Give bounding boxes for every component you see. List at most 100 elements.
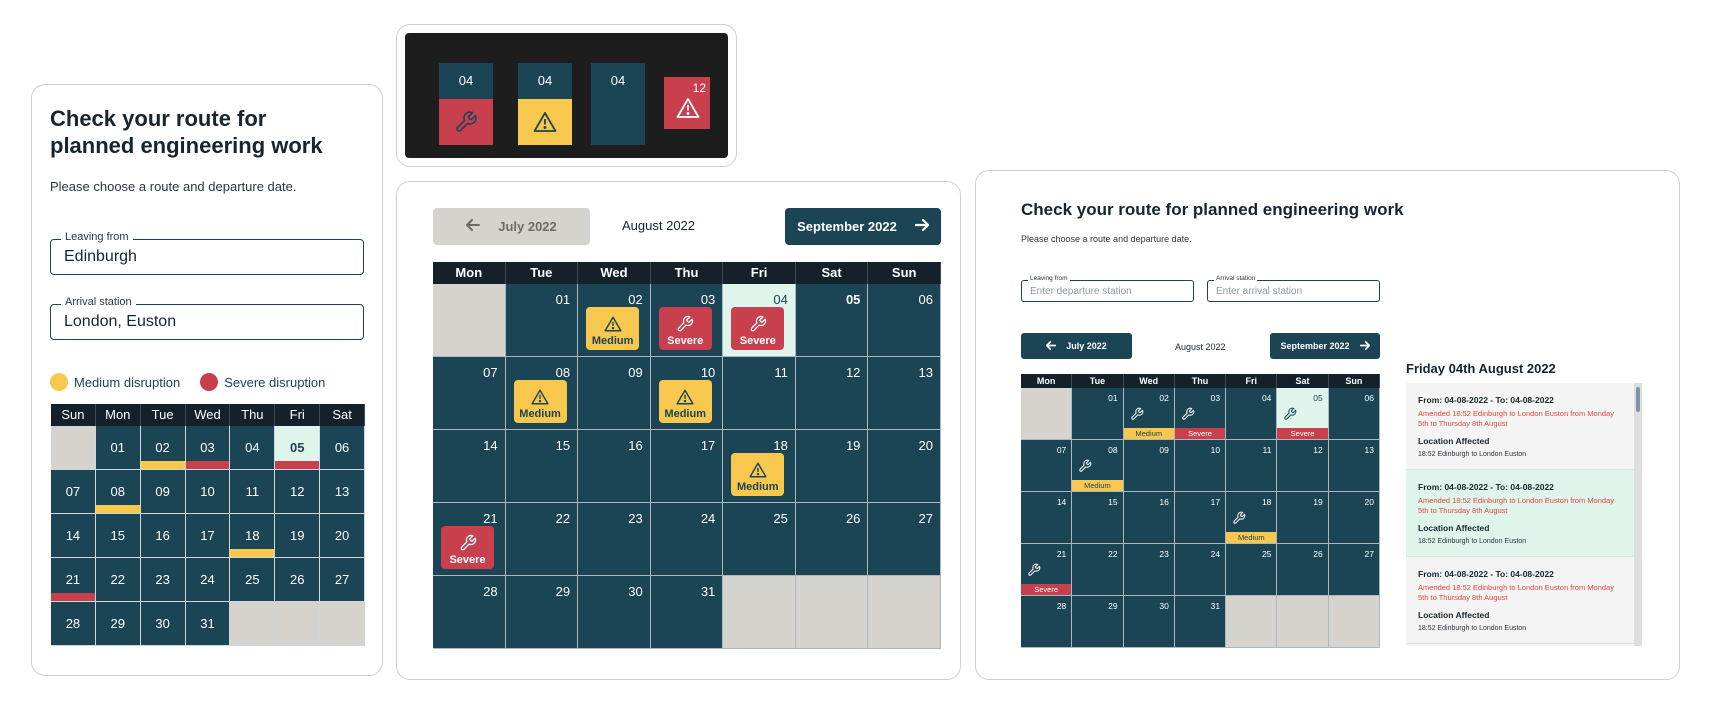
calendar-day[interactable]: 30	[578, 576, 651, 649]
calendar-day[interactable]: 07	[51, 470, 96, 514]
calendar-day[interactable]: 16	[578, 430, 651, 503]
calendar-day[interactable]: 31	[1174, 596, 1227, 648]
calendar-day[interactable]: 20	[320, 514, 365, 558]
calendar-day[interactable]: 02	[140, 426, 186, 470]
calendar-day[interactable]: 13	[868, 357, 941, 430]
calendar-day[interactable]: 17	[1174, 492, 1227, 544]
leaving-from-value[interactable]: Edinburgh	[64, 248, 137, 266]
calendar-day[interactable]: 05	[275, 426, 321, 470]
calendar-day[interactable]: 17	[185, 514, 231, 558]
calendar-day[interactable]: 19	[795, 430, 869, 503]
arrival-station-placeholder[interactable]: Enter arrival station	[1216, 286, 1302, 297]
calendar-day[interactable]: 20	[868, 430, 941, 503]
disruption-entry[interactable]: From: 04-08-2022 - To: 04-08-2022 Amended…	[1406, 557, 1634, 644]
calendar-day[interactable]: 25	[1226, 544, 1278, 596]
medium-disruption-tag[interactable]: Medium	[513, 380, 567, 423]
calendar-day[interactable]: 24	[1174, 544, 1227, 596]
list-scrollbar[interactable]	[1634, 383, 1642, 646]
calendar-day[interactable]: 13	[1328, 440, 1380, 492]
calendar-day[interactable]: 03	[185, 426, 231, 470]
calendar-day[interactable]: 23	[1123, 544, 1175, 596]
calendar-day[interactable]: 11	[230, 470, 276, 514]
calendar-day[interactable]: 08 Medium	[1072, 440, 1124, 492]
disruption-entry[interactable]: From: 04-08-2022 - To: 04-08-2022 Amended…	[1406, 383, 1634, 470]
calendar-day[interactable]: 22	[95, 558, 141, 602]
medium-disruption-tag[interactable]: Medium	[586, 307, 640, 350]
calendar-day[interactable]: 23	[578, 503, 651, 576]
calendar-day[interactable]: 14	[1021, 492, 1073, 544]
leaving-from-field[interactable]: Leaving from Edinburgh	[50, 231, 364, 275]
calendar-day[interactable]: 31	[650, 576, 724, 649]
calendar-day[interactable]: 03 Severe	[650, 284, 724, 357]
calendar-day[interactable]: 28	[433, 576, 506, 649]
calendar-day[interactable]: 14	[51, 514, 96, 558]
calendar-day[interactable]: 15	[505, 430, 579, 503]
calendar-day[interactable]: 04	[1226, 388, 1278, 440]
calendar-day[interactable]: 29	[1072, 596, 1124, 648]
previous-month-button[interactable]: July 2022	[433, 208, 590, 245]
calendar-day[interactable]: 25	[723, 503, 796, 576]
next-month-button[interactable]: September 2022	[1270, 333, 1380, 359]
calendar-day[interactable]: 01	[1072, 388, 1124, 440]
calendar-day[interactable]: 06	[320, 426, 365, 470]
calendar-day[interactable]: 27	[320, 558, 365, 602]
severe-disruption-tag[interactable]: Severe	[441, 526, 494, 569]
calendar-day[interactable]: 08	[95, 470, 141, 514]
disruption-entry[interactable]: From: 04-08-2022 - To: 04-08-2022 Amended…	[1406, 470, 1634, 557]
calendar-day[interactable]: 06	[1328, 388, 1380, 440]
calendar-day[interactable]: 16	[1123, 492, 1175, 544]
calendar-day[interactable]: 26	[1277, 544, 1329, 596]
calendar-day[interactable]: 10	[185, 470, 231, 514]
arrival-station-value[interactable]: London, Euston	[64, 313, 176, 331]
calendar-day[interactable]: 10	[1174, 440, 1227, 492]
calendar-day[interactable]: 06	[868, 284, 941, 357]
arrival-station-field[interactable]: Arrival station London, Euston	[50, 296, 364, 340]
calendar-day[interactable]: 21 Severe	[1021, 544, 1073, 596]
calendar-day[interactable]: 18	[230, 514, 276, 558]
calendar-day[interactable]: 27	[868, 503, 941, 576]
calendar-day[interactable]: 20	[1328, 492, 1380, 544]
calendar-day[interactable]: 02 Medium	[578, 284, 651, 357]
calendar-day[interactable]: 27	[1328, 544, 1380, 596]
calendar-day[interactable]: 01	[505, 284, 579, 357]
medium-disruption-tag[interactable]: Medium	[658, 380, 712, 423]
calendar-day[interactable]: 26	[275, 558, 321, 602]
calendar-day[interactable]: 10 Medium	[650, 357, 724, 430]
calendar-day[interactable]: 18 Medium	[723, 430, 796, 503]
calendar-day[interactable]: 24	[185, 558, 231, 602]
leaving-from-placeholder[interactable]: Enter departure station	[1030, 286, 1132, 297]
calendar-day[interactable]: 09	[1123, 440, 1175, 492]
calendar-day[interactable]: 11	[1226, 440, 1278, 492]
calendar-day[interactable]: 29	[505, 576, 579, 649]
calendar-day[interactable]: 05 Severe	[1277, 388, 1329, 440]
calendar-day[interactable]: 14	[433, 430, 506, 503]
calendar-day[interactable]: 31	[185, 602, 231, 646]
calendar-day[interactable]: 21 Severe	[433, 503, 506, 576]
leaving-from-input[interactable]: Leaving from Enter departure station	[1021, 275, 1194, 302]
calendar-day[interactable]: 15	[1072, 492, 1124, 544]
calendar-day[interactable]: 04 Severe	[723, 284, 796, 357]
calendar-day[interactable]: 23	[140, 558, 186, 602]
calendar-day[interactable]: 07	[1021, 440, 1073, 492]
arrival-station-input[interactable]: Arrival station Enter arrival station	[1207, 275, 1380, 302]
calendar-day[interactable]: 30	[1123, 596, 1175, 648]
calendar-day[interactable]: 11	[723, 357, 796, 430]
calendar-day[interactable]: 09	[140, 470, 186, 514]
calendar-day[interactable]: 24	[650, 503, 724, 576]
calendar-day[interactable]: 28	[51, 602, 96, 646]
calendar-day[interactable]: 18 Medium	[1226, 492, 1278, 544]
calendar-day[interactable]: 09	[578, 357, 651, 430]
calendar-day[interactable]: 25	[230, 558, 276, 602]
calendar-day[interactable]: 03 Severe	[1174, 388, 1227, 440]
calendar-day[interactable]: 08 Medium	[505, 357, 579, 430]
calendar-day[interactable]: 02 Medium	[1123, 388, 1175, 440]
calendar-day[interactable]: 16	[140, 514, 186, 558]
calendar-day[interactable]: 05	[795, 284, 869, 357]
calendar-day[interactable]: 12	[275, 470, 321, 514]
previous-month-button[interactable]: July 2022	[1021, 333, 1132, 359]
calendar-day[interactable]: 29	[95, 602, 141, 646]
severe-disruption-tag[interactable]: Severe	[658, 307, 712, 350]
calendar-day[interactable]: 19	[1277, 492, 1329, 544]
scrollbar-thumb[interactable]	[1636, 387, 1640, 412]
calendar-day[interactable]: 07	[433, 357, 506, 430]
